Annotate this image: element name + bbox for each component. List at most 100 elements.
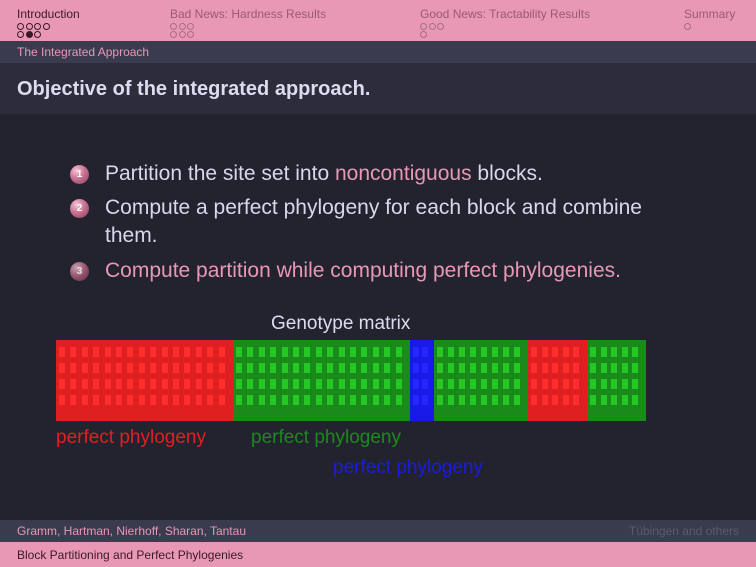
matrix-cell xyxy=(448,363,454,373)
matrix-cell xyxy=(622,395,628,405)
matrix-cell xyxy=(481,347,487,357)
matrix-cell xyxy=(236,379,242,389)
matrix-cell xyxy=(384,347,390,357)
matrix-cell xyxy=(503,379,509,389)
matrix-cell xyxy=(59,347,65,357)
matrix-block-green xyxy=(434,340,528,421)
matrix-cell xyxy=(542,395,548,405)
nav-frame-dot[interactable] xyxy=(420,23,427,30)
nav-frame-dot[interactable] xyxy=(684,23,691,30)
item-text: Partition the site set into noncontiguou… xyxy=(105,160,705,188)
matrix-cell xyxy=(196,347,202,357)
matrix-cell xyxy=(514,363,520,373)
nav-frame-dot[interactable] xyxy=(170,31,177,38)
nav-current-frame-dot[interactable] xyxy=(25,31,33,38)
nav-frame-dot[interactable] xyxy=(25,23,33,30)
matrix-cell xyxy=(259,379,265,389)
matrix-cell xyxy=(339,347,345,357)
nav-section-tractability[interactable]: Good News: Tractability Results xyxy=(420,7,590,38)
subsection-title: The Integrated Approach xyxy=(17,45,150,59)
nav-frame-dot[interactable] xyxy=(178,23,186,30)
matrix-cell xyxy=(552,395,558,405)
nav-frame-dot[interactable] xyxy=(170,23,177,30)
matrix-cell xyxy=(632,379,638,389)
nav-frame-dot[interactable] xyxy=(34,31,41,38)
matrix-cell xyxy=(316,395,322,405)
matrix-cell xyxy=(361,379,367,389)
matrix-cell xyxy=(270,347,276,357)
matrix-cell xyxy=(93,395,99,405)
matrix-cell xyxy=(173,395,179,405)
matrix-cell xyxy=(184,363,190,373)
matrix-cell xyxy=(470,363,476,373)
matrix-cell xyxy=(601,363,607,373)
nav-section-summary[interactable]: Summary xyxy=(684,7,736,30)
matrix-cell xyxy=(470,379,476,389)
matrix-cell xyxy=(139,395,145,405)
matrix-cell xyxy=(327,363,333,373)
matrix-cell xyxy=(350,347,356,357)
matrix-cell xyxy=(573,347,579,357)
block-label-green: perfect phylogeny xyxy=(251,427,401,448)
matrix-cell xyxy=(93,347,99,357)
matrix-cell xyxy=(207,379,213,389)
matrix-cell xyxy=(82,363,88,373)
matrix-cell xyxy=(573,379,579,389)
nav-frame-dot[interactable] xyxy=(34,23,41,30)
nav-frame-dots xyxy=(684,23,693,31)
nav-dots-row xyxy=(420,31,446,39)
matrix-cell xyxy=(150,395,156,405)
nav-dots-row xyxy=(17,23,51,31)
matrix-cell xyxy=(82,347,88,357)
nav-frame-dot[interactable] xyxy=(42,23,50,30)
nav-section-hardness[interactable]: Bad News: Hardness Results xyxy=(170,7,326,38)
matrix-cell xyxy=(207,363,213,373)
matrix-cell xyxy=(270,363,276,373)
matrix-cell xyxy=(632,395,638,405)
matrix-cell xyxy=(82,379,88,389)
nav-frame-dot[interactable] xyxy=(187,23,194,30)
matrix-cell xyxy=(422,395,428,405)
matrix-cell xyxy=(601,379,607,389)
matrix-block-blue xyxy=(410,340,434,421)
matrix-cell xyxy=(184,379,190,389)
matrix-cell xyxy=(293,395,299,405)
matrix-cell xyxy=(339,379,345,389)
matrix-cell xyxy=(611,379,617,389)
matrix-cell xyxy=(503,395,509,405)
matrix-cell xyxy=(437,379,443,389)
nav-section-label: Summary xyxy=(684,7,736,21)
frame-title: Objective of the integrated approach. xyxy=(17,78,371,100)
footer-authors: Gramm, Hartman, Nierhoff, Sharan, Tantau xyxy=(17,524,246,538)
matrix-cell xyxy=(622,379,628,389)
matrix-cell xyxy=(601,395,607,405)
nav-frame-dot[interactable] xyxy=(17,23,24,30)
matrix-cell xyxy=(105,395,111,405)
item-text-before: Partition the site set into xyxy=(105,162,335,185)
nav-frame-dot[interactable] xyxy=(428,23,436,30)
matrix-cell xyxy=(339,363,345,373)
matrix-cell xyxy=(70,363,76,373)
matrix-cell xyxy=(542,379,548,389)
nav-frame-dot[interactable] xyxy=(437,23,444,30)
matrix-cell xyxy=(304,363,310,373)
nav-frame-dot[interactable] xyxy=(187,31,194,38)
matrix-block-red xyxy=(56,340,233,421)
matrix-cell xyxy=(611,347,617,357)
matrix-block-red xyxy=(528,340,587,421)
matrix-cell xyxy=(219,379,225,389)
matrix-cell xyxy=(105,363,111,373)
nav-frame-dot[interactable] xyxy=(17,31,24,38)
matrix-cell xyxy=(384,395,390,405)
matrix-cell xyxy=(503,347,509,357)
matrix-cell xyxy=(282,379,288,389)
nav-section-introduction[interactable]: Introduction xyxy=(17,7,80,38)
nav-section-label: Introduction xyxy=(17,7,80,21)
matrix-cell xyxy=(459,395,465,405)
nav-frame-dot[interactable] xyxy=(420,31,427,38)
matrix-cell xyxy=(503,363,509,373)
matrix-cell xyxy=(492,379,498,389)
matrix-cell xyxy=(531,363,537,373)
matrix-cell xyxy=(384,379,390,389)
nav-frame-dot[interactable] xyxy=(178,31,186,38)
